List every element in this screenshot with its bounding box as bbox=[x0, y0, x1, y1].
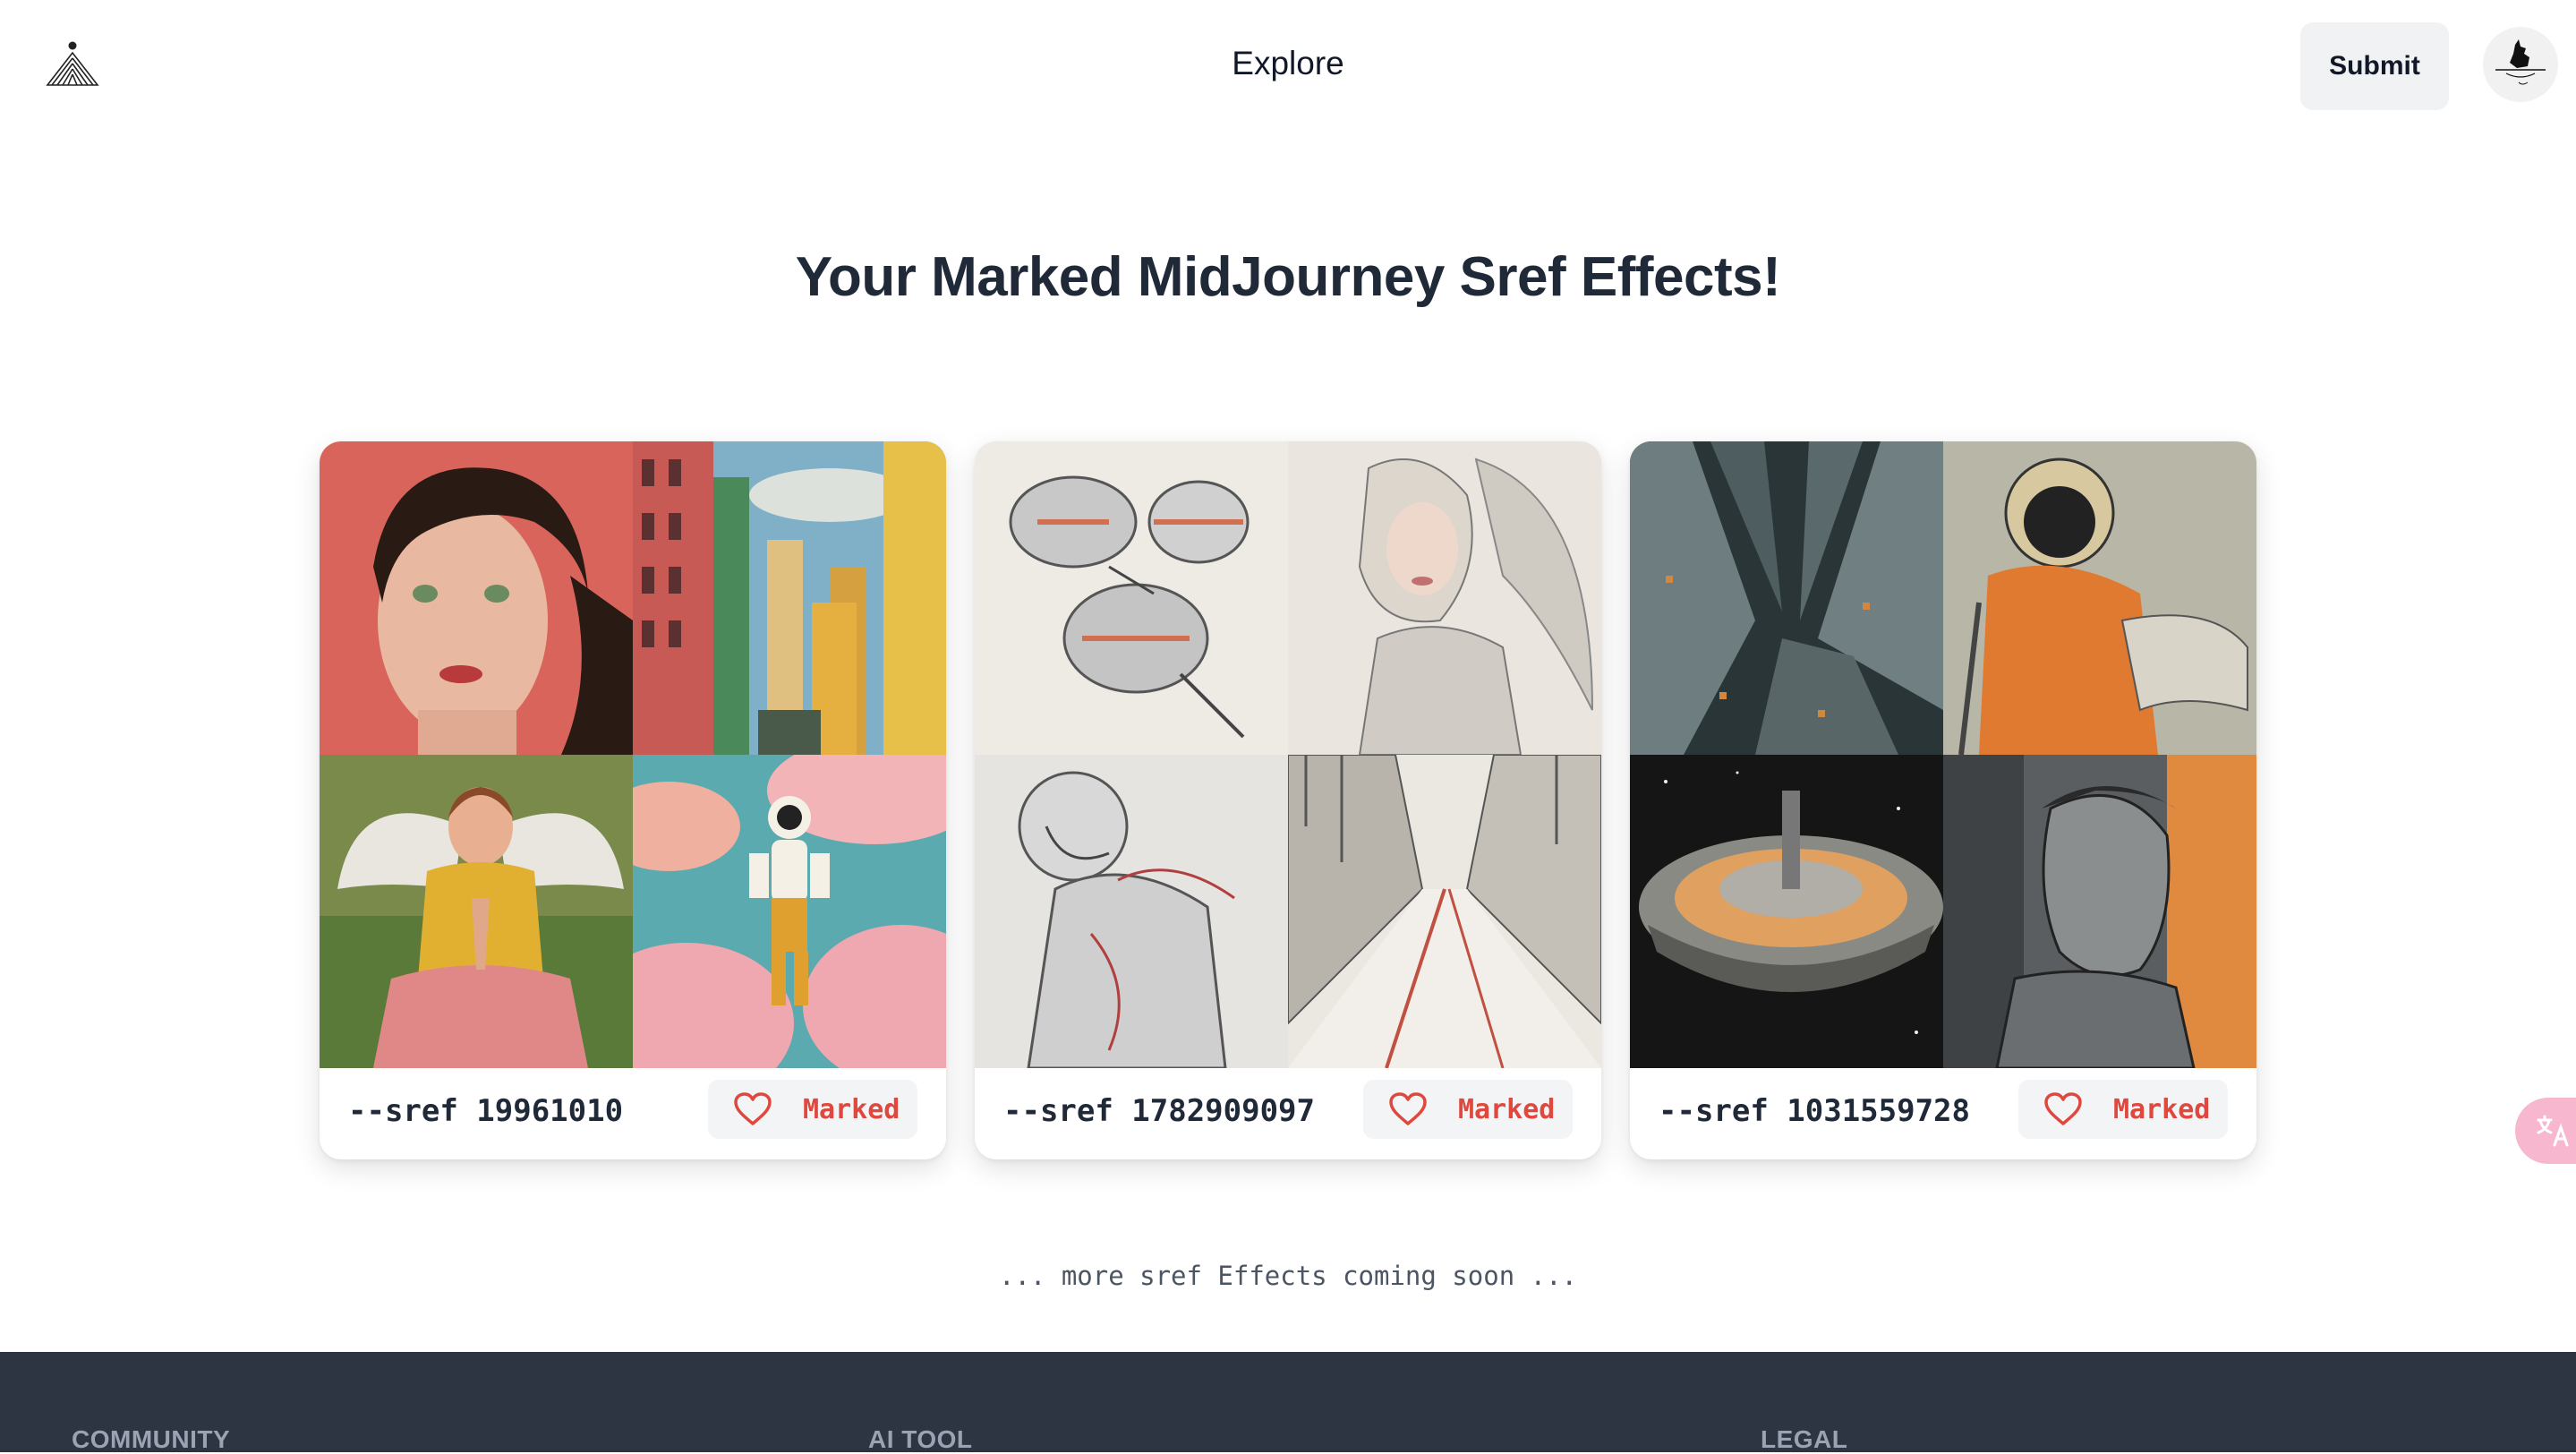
sref-card-footer: --sref 1782909097 Marked bbox=[975, 1068, 1601, 1159]
sref-card: --sref 1782909097 Marked bbox=[975, 441, 1601, 1159]
spaceship-sketch-image bbox=[975, 441, 1288, 755]
sref-code[interactable]: --sref 19961010 bbox=[348, 1093, 623, 1129]
portrait-woman-image bbox=[320, 441, 633, 755]
sref-image-grid[interactable] bbox=[320, 441, 946, 1068]
skyscrapers-aerial-image bbox=[1630, 441, 1943, 755]
marked-label: Marked bbox=[2113, 1093, 2211, 1125]
sref-card-footer: --sref 19961010 Marked bbox=[320, 1068, 946, 1159]
marked-label: Marked bbox=[803, 1093, 900, 1125]
city-buildings-image bbox=[633, 441, 946, 755]
sref-code[interactable]: --sref 1782909097 bbox=[1003, 1093, 1315, 1129]
footer-heading-legal: LEGAL bbox=[1761, 1425, 1848, 1453]
man-portrait-orange-image bbox=[1943, 755, 2256, 1068]
heart-icon bbox=[2043, 1091, 2083, 1127]
heart-icon bbox=[1388, 1091, 1428, 1127]
astronaut-clouds-image bbox=[633, 755, 946, 1068]
marked-button[interactable]: Marked bbox=[2018, 1080, 2228, 1139]
marked-button[interactable]: Marked bbox=[708, 1080, 917, 1139]
footer-heading-ai-tool: AI TOOL bbox=[868, 1425, 973, 1453]
sref-code[interactable]: --sref 1031559728 bbox=[1659, 1093, 1970, 1129]
translate-icon[interactable] bbox=[2515, 1098, 2576, 1164]
footer: COMMUNITY AI TOOL LEGAL bbox=[0, 1352, 2576, 1453]
nav-explore-link-wrap: Explore bbox=[0, 45, 2576, 82]
sref-image-grid[interactable] bbox=[975, 441, 1601, 1068]
footer-heading-community: COMMUNITY bbox=[72, 1425, 231, 1453]
page-title: Your Marked MidJourney Sref Effects! bbox=[795, 246, 1781, 308]
marked-label: Marked bbox=[1458, 1093, 1556, 1125]
marked-button[interactable]: Marked bbox=[1363, 1080, 1573, 1139]
sref-card: --sref 1031559728 Marked bbox=[1630, 441, 2256, 1159]
submit-button[interactable]: Submit bbox=[2300, 22, 2449, 110]
heart-icon bbox=[733, 1091, 772, 1127]
nav-explore-link[interactable]: Explore bbox=[1232, 45, 1343, 81]
user-avatar-icon[interactable] bbox=[2483, 27, 2558, 102]
top-navbar: Explore Submit bbox=[0, 0, 2576, 133]
space-station-image bbox=[1630, 755, 1943, 1068]
angel-girl-image bbox=[320, 755, 633, 1068]
astronaut-sketch-image bbox=[975, 755, 1288, 1068]
sref-card-footer: --sref 1031559728 Marked bbox=[1630, 1068, 2256, 1159]
angel-sketch-image bbox=[1288, 441, 1601, 755]
city-street-sketch-image bbox=[1288, 755, 1601, 1068]
astronaut-orange-image bbox=[1943, 441, 2256, 755]
sref-card: --sref 19961010 Marked bbox=[320, 441, 946, 1159]
sref-image-grid[interactable] bbox=[1630, 441, 2256, 1068]
coming-soon-text: ... more sref Effects coming soon ... bbox=[998, 1261, 1577, 1291]
sref-card-list: --sref 19961010 Marked --sref 1782909097… bbox=[320, 441, 2256, 1159]
